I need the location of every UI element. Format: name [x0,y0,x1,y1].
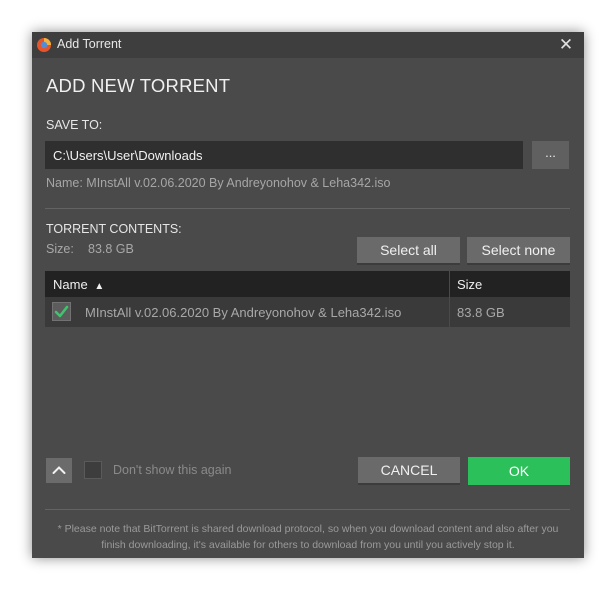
sharing-disclaimer-note: * Please note that BitTorrent is shared … [57,523,559,551]
dialog-heading: ADD NEW TORRENT [46,75,231,96]
table-header: Name ▲ Size [45,271,570,297]
window-title: Add Torrent [57,37,122,51]
add-torrent-dialog: Add Torrent ✕ ADD NEW TORRENT SAVE TO: .… [32,32,584,558]
dont-show-again-label: Don't show this again [113,463,232,477]
bittorrent-app-icon [37,38,51,52]
collapse-button[interactable] [46,458,72,483]
file-checkbox[interactable] [52,302,71,321]
checkmark-icon [54,305,69,318]
title-bar: Add Torrent ✕ [32,32,584,58]
column-separator [449,271,450,297]
save-to-label: SAVE TO: [46,118,103,132]
select-all-button[interactable]: Select all [357,237,460,265]
column-separator [449,297,450,327]
size-column-header[interactable]: Size [457,277,482,292]
torrent-name-text: Name: MInstAll v.02.06.2020 By Andreyono… [46,176,391,190]
total-size-value: 83.8 GB [88,242,134,256]
name-column-header[interactable]: Name ▲ [53,277,104,292]
close-icon: ✕ [558,35,574,54]
divider [45,509,570,510]
name-column-label: Name [53,277,88,292]
cancel-button[interactable]: CANCEL [358,457,460,485]
chevron-up-icon [52,466,66,474]
file-size-cell: 83.8 GB [457,305,505,320]
close-button[interactable]: ✕ [556,34,576,56]
sort-ascending-icon: ▲ [94,281,105,292]
ok-button[interactable]: OK [468,457,570,485]
divider [45,208,570,209]
dont-show-again-checkbox[interactable] [84,461,102,479]
file-name-cell: MInstAll v.02.06.2020 By Andreyonohov & … [85,305,402,320]
save-path-input[interactable] [45,141,523,169]
size-label: Size: [46,242,74,256]
select-none-button[interactable]: Select none [467,237,570,265]
table-row[interactable]: MInstAll v.02.06.2020 By Andreyonohov & … [45,297,570,327]
file-table: Name ▲ Size MInstAll v.02.06.2020 By And… [45,271,570,327]
browse-button[interactable]: ... [532,141,569,169]
torrent-contents-label: TORRENT CONTENTS: [46,222,182,236]
